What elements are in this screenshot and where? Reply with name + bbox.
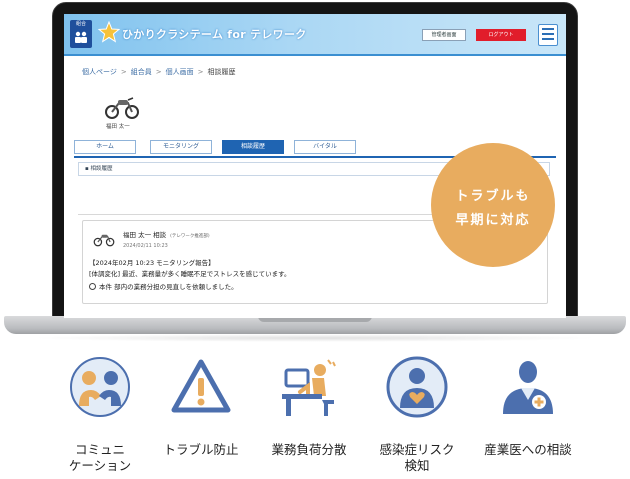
post-line-3: 本件 部内の業務分担の見直しを依頼しました。: [89, 281, 238, 291]
people-icon: [75, 31, 87, 43]
tab-home[interactable]: ホーム: [74, 140, 136, 154]
workload-icon: [282, 359, 336, 416]
breadcrumb-item[interactable]: 個人画面: [166, 68, 194, 76]
org-badge-text: 組合: [75, 21, 86, 27]
infection-risk-icon: [386, 356, 448, 418]
warning-icon: [171, 359, 231, 413]
post-author: 福田 太一 相談 (テレワーク推進部): [123, 229, 210, 239]
feature-trouble-prevention: トラブル防止: [151, 356, 251, 458]
breadcrumb: 個人ページ > 組合員 > 個人画面 > 相談履歴: [82, 68, 236, 76]
star-logo-icon: [98, 21, 120, 43]
motorcycle-avatar-icon: [93, 234, 115, 247]
tab-monitoring[interactable]: モニタリング: [150, 140, 212, 154]
section-title-text: 相談履歴: [90, 166, 113, 172]
badge-line-2: 早期に対応: [455, 213, 531, 228]
org-badge: 組合: [70, 20, 92, 48]
feature-label: 業務負荷分散: [271, 442, 347, 457]
user-name: 福田 太一: [106, 124, 130, 130]
post-author-name: 福田 太一 相談: [123, 231, 167, 239]
post-line-3-text: 本件 部内の業務分担の見直しを依頼しました。: [99, 283, 238, 291]
feature-workload: 業務負荷分散: [259, 356, 359, 458]
tab-consultation-history[interactable]: 相談履歴: [222, 140, 284, 154]
feature-label: 感染症リスク 検知: [379, 442, 455, 473]
post-author-dept: (テレワーク推進部): [170, 234, 210, 239]
motorcycle-avatar-icon: [105, 97, 139, 119]
communication-icon: [70, 357, 130, 417]
highlight-badge: トラブルも 早期に対応: [431, 143, 555, 267]
admin-button[interactable]: 管理者画面: [422, 29, 466, 41]
breadcrumb-item[interactable]: 組合員: [131, 68, 152, 76]
app-header: 組合 ひかりクラシテーム for テレワーク 管理者画面 ログアウト: [64, 14, 566, 56]
post-date: 2024/02/11 10:23: [123, 243, 168, 249]
feature-doctor-consultation: 産業医への相談: [478, 356, 578, 458]
post-line-2: [体調変化] 最近、業務量が多く睡眠不足でストレスを感じています。: [89, 270, 291, 278]
feature-infection-risk: 感染症リスク 検知: [367, 356, 467, 474]
breadcrumb-item[interactable]: 個人ページ: [82, 68, 117, 76]
feature-label: コミュニ ケーション: [68, 442, 132, 473]
feature-label: トラブル防止: [163, 442, 239, 457]
breadcrumb-current: 相談履歴: [207, 68, 236, 76]
feature-communication: コミュニ ケーション: [50, 356, 150, 474]
logout-button[interactable]: ログアウト: [476, 29, 526, 41]
check-circle-icon: [89, 283, 96, 290]
app-title: ひかりクラシテーム for テレワーク: [122, 28, 307, 41]
laptop-shadow: [30, 334, 600, 342]
tab-vital[interactable]: バイタル: [294, 140, 356, 154]
menu-icon[interactable]: [538, 24, 558, 46]
feature-label: 産業医への相談: [484, 442, 572, 457]
post-line-1: 【2024年02月 10:23 モニタリング報告】: [89, 259, 215, 267]
badge-line-1: トラブルも: [455, 189, 531, 204]
doctor-icon: [503, 361, 553, 414]
